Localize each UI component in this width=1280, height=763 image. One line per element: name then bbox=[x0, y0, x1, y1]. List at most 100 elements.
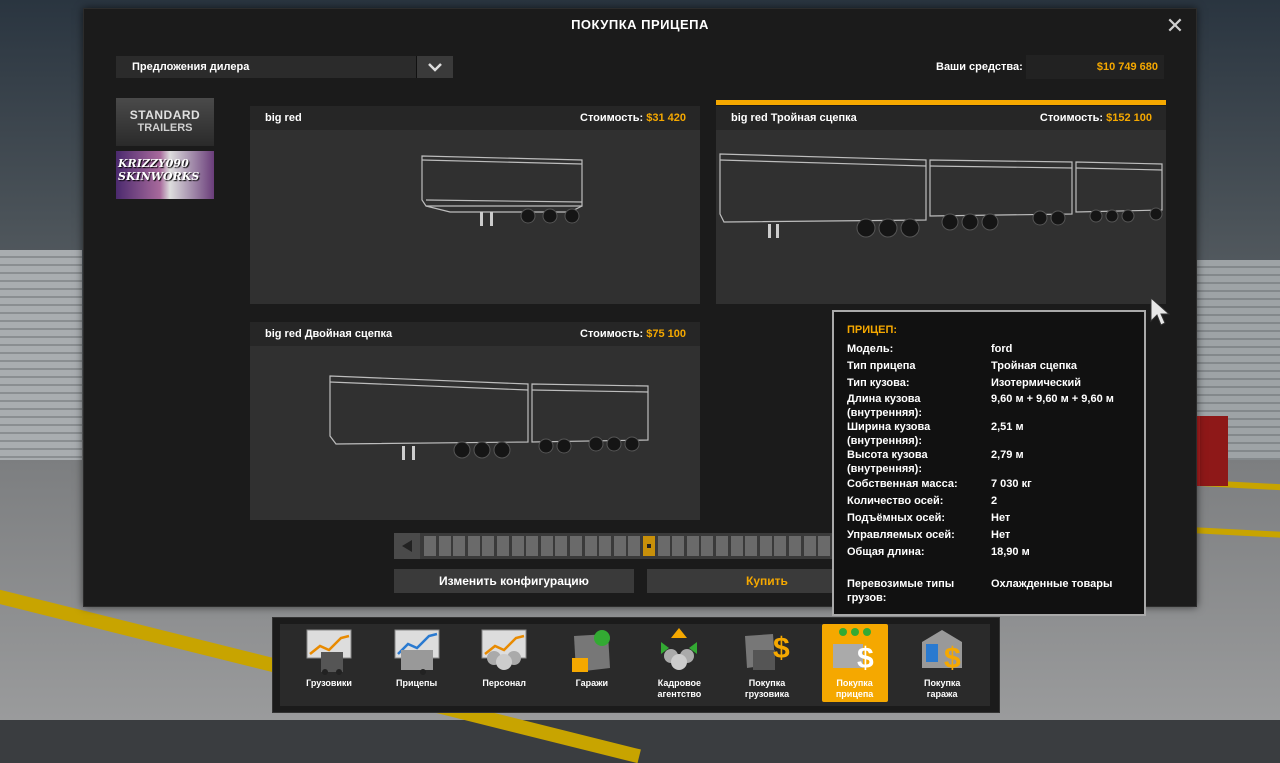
dock-item-garage-map[interactable]: Гаражи bbox=[559, 624, 625, 702]
tooltip-key: Тип прицепа bbox=[847, 360, 916, 372]
tooltip-key: Тип кузова: bbox=[847, 377, 910, 389]
scroll-segment[interactable] bbox=[774, 536, 787, 556]
scroll-segment[interactable] bbox=[613, 536, 626, 556]
scroll-segment[interactable] bbox=[672, 536, 685, 556]
tooltip-key: Ширина кузова (внутренняя): bbox=[847, 421, 931, 447]
dock-item-staff-chart[interactable]: Персонал bbox=[471, 624, 537, 702]
tooltip-value: 18,90 м bbox=[991, 546, 1030, 558]
scroll-segment[interactable] bbox=[803, 536, 816, 556]
offer-scrollbar[interactable] bbox=[394, 533, 864, 559]
offer-cost: Стоимость: $75 100 bbox=[580, 328, 686, 340]
scroll-segment[interactable] bbox=[438, 536, 451, 556]
scroll-segment[interactable] bbox=[424, 536, 436, 556]
scroll-segment[interactable] bbox=[570, 536, 582, 556]
dock-item-label: Покупка гаража bbox=[923, 678, 961, 699]
brand-logo-text: KRIZZY090 SKINWORKS bbox=[118, 157, 200, 183]
scroll-segment[interactable] bbox=[730, 536, 743, 556]
scroll-segment[interactable] bbox=[453, 536, 466, 556]
scroll-segment[interactable] bbox=[745, 536, 758, 556]
card-header: big red Двойная сцепка Стоимость: $75 10… bbox=[250, 322, 700, 346]
tooltip-key: Управляемых осей: bbox=[847, 529, 955, 541]
landing-gear bbox=[480, 212, 483, 226]
tooltip-value: Изотермический bbox=[991, 377, 1082, 389]
dealer-dropdown[interactable]: Предложения дилера bbox=[116, 56, 416, 78]
scroll-segment[interactable] bbox=[526, 536, 539, 556]
trailer-offer-card[interactable]: big red Двойная сцепка Стоимость: $75 10… bbox=[250, 322, 700, 520]
tooltip-row: Высота кузова (внутренняя): 2,79 м bbox=[847, 448, 1137, 476]
scroll-segment[interactable] bbox=[584, 536, 597, 556]
scroll-segment[interactable] bbox=[540, 536, 553, 556]
scroll-segment[interactable] bbox=[701, 536, 714, 556]
svg-text:$: $ bbox=[944, 642, 961, 675]
dock-item-recruitment-agency[interactable]: Кадровое агентство bbox=[646, 624, 712, 702]
dock-item-label: Кадровое агентство bbox=[657, 678, 702, 699]
svg-text:$: $ bbox=[857, 642, 874, 675]
scroll-segment[interactable] bbox=[789, 536, 801, 556]
dock-item-label: Прицепы bbox=[396, 678, 438, 688]
tooltip-title: ПРИЦЕП: bbox=[847, 324, 898, 336]
dock-item-buy-trailer[interactable]: $ Покупка прицепа bbox=[821, 624, 888, 702]
scroll-segment[interactable] bbox=[686, 536, 699, 556]
trailer-preview bbox=[329, 375, 649, 460]
trailer-offer-card-selected[interactable]: big red Тройная сцепка Стоимость: $152 1… bbox=[716, 100, 1166, 304]
offer-name: big red Двойная сцепка bbox=[265, 328, 393, 340]
dock-item-buy-truck[interactable]: $ Покупка грузовика bbox=[734, 624, 800, 702]
scroll-segment[interactable] bbox=[599, 536, 612, 556]
tooltip-key: Общая длина: bbox=[847, 546, 925, 558]
trailer-preview bbox=[719, 153, 1163, 238]
scroll-segment[interactable] bbox=[497, 536, 509, 556]
tooltip-value: 2,51 м bbox=[991, 421, 1024, 433]
scroll-segment[interactable] bbox=[818, 536, 831, 556]
tooltip-key: Перевозимые типы грузов: bbox=[847, 578, 955, 604]
trailer-offer-card[interactable]: big red Стоимость: $31 420 bbox=[250, 106, 700, 304]
dock-item-buy-garage[interactable]: $ Покупка гаража bbox=[909, 624, 975, 702]
scroll-segment[interactable] bbox=[511, 536, 524, 556]
scroll-segment[interactable] bbox=[759, 536, 772, 556]
trailer-info-tooltip: ПРИЦЕП: Модель: ford Тип прицепа Тройная сц… bbox=[832, 310, 1146, 616]
scroll-segment[interactable] bbox=[657, 536, 670, 556]
buy-trailer-icon: $ bbox=[832, 628, 874, 675]
dealer-dropdown-value: Предложения дилера bbox=[132, 61, 250, 73]
landing-gear bbox=[776, 224, 779, 238]
tooltip-row: Подъёмных осей: Нет bbox=[847, 511, 1137, 525]
scroll-left-button[interactable] bbox=[394, 533, 420, 559]
scroll-segment[interactable] bbox=[467, 536, 480, 556]
tooltip-row: Перевозимые типы грузов: Охлажденные това… bbox=[847, 577, 1137, 605]
dock-item-trucks-chart[interactable]: Грузовики bbox=[296, 624, 362, 702]
card-header: big red Тройная сцепка Стоимость: $152 1… bbox=[716, 106, 1166, 130]
tooltip-value: ford bbox=[991, 343, 1013, 355]
tooltip-row: Количество осей: 2 bbox=[847, 494, 1137, 508]
tooltip-key: Модель: bbox=[847, 343, 894, 355]
tooltip-value: Охлажденные товары bbox=[991, 578, 1113, 590]
dock-item-label: Персонал bbox=[482, 678, 526, 688]
scroll-segment[interactable] bbox=[716, 536, 728, 556]
landing-gear bbox=[412, 446, 415, 460]
tooltip-value: 7 030 кг bbox=[991, 478, 1032, 490]
tooltip-key: Подъёмных осей: bbox=[847, 512, 946, 524]
close-icon[interactable]: ✕ bbox=[1164, 15, 1186, 37]
tooltip-row: Ширина кузова (внутренняя): 2,51 м bbox=[847, 420, 1137, 448]
tooltip-value: Нет bbox=[991, 529, 1011, 541]
mouse-cursor-icon bbox=[1150, 297, 1170, 326]
brand-krizzy-skinworks[interactable]: KRIZZY090 SKINWORKS bbox=[116, 151, 214, 199]
tooltip-row: Модель: ford bbox=[847, 342, 1137, 356]
arrow-left-icon bbox=[402, 540, 412, 552]
tooltip-key: Длина кузова (внутренняя): bbox=[847, 393, 922, 419]
scroll-position-indicator[interactable] bbox=[643, 536, 655, 556]
selected-indicator bbox=[716, 100, 1166, 105]
dock-item-trailers-chart[interactable]: Прицепы bbox=[384, 624, 450, 702]
dropdown-toggle-button[interactable] bbox=[416, 56, 453, 78]
landing-gear bbox=[768, 224, 771, 238]
scroll-segment[interactable] bbox=[628, 536, 641, 556]
change-configuration-button[interactable]: Изменить конфигурацию bbox=[394, 569, 634, 593]
brand-standard-trailers[interactable]: STANDARD TRAILERS bbox=[116, 98, 214, 146]
offer-cost: Стоимость: $152 100 bbox=[1039, 112, 1152, 124]
scroll-segment[interactable] bbox=[482, 536, 495, 556]
dock-item-label: Гаражи bbox=[575, 678, 608, 688]
staff-chart-icon bbox=[481, 629, 527, 670]
tooltip-value: 9,60 м + 9,60 м + 9,60 м bbox=[991, 393, 1114, 405]
scroll-segment[interactable] bbox=[555, 536, 568, 556]
landing-gear bbox=[490, 212, 493, 226]
tooltip-value: 2 bbox=[991, 495, 998, 507]
garage-door bbox=[0, 250, 82, 460]
